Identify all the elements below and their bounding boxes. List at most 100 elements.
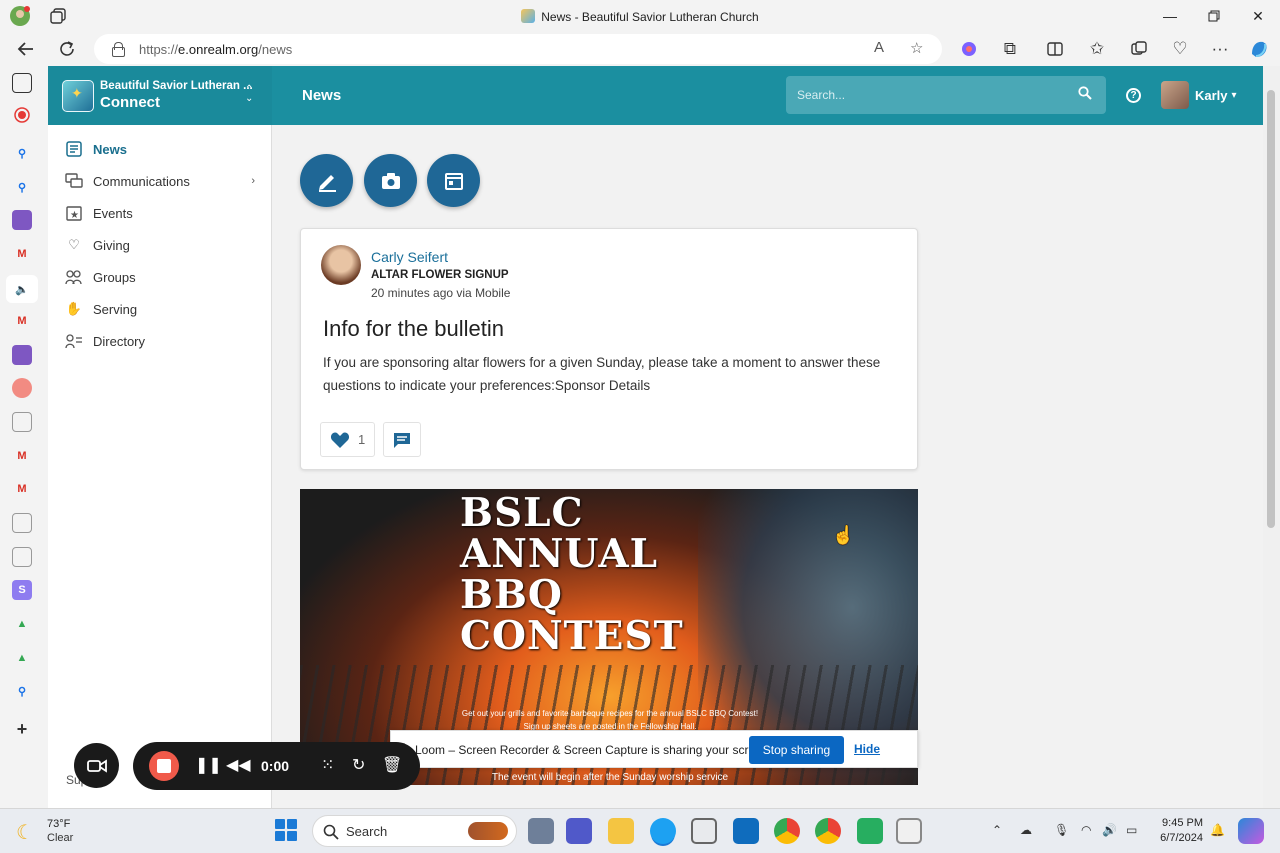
user-menu[interactable]: Karly ▾ — [1161, 81, 1237, 109]
hide-button[interactable]: Hide — [854, 742, 880, 756]
microphone-icon[interactable]: 🎙 — [1054, 823, 1069, 837]
camera-icon — [381, 172, 400, 189]
search-icon[interactable]: ⚲ — [12, 681, 32, 701]
drive-icon[interactable]: ▲ — [12, 614, 32, 634]
chrome-icon[interactable] — [815, 818, 841, 844]
battery-icon[interactable]: ▭ — [1126, 823, 1137, 837]
more-menu-icon[interactable]: ··· — [1206, 36, 1234, 62]
chrome-icon[interactable] — [774, 818, 800, 844]
split-screen-icon[interactable] — [1041, 36, 1069, 62]
drive-icon[interactable]: ▲ — [12, 648, 32, 668]
help-icon[interactable]: ? — [1126, 88, 1141, 103]
post-author-link[interactable]: Carly Seifert — [371, 249, 448, 265]
author-avatar[interactable] — [321, 245, 361, 285]
nav-item-events[interactable]: ★ Events — [65, 202, 255, 224]
favorites-icon[interactable]: ✩ — [1083, 36, 1111, 62]
restore-icon[interactable] — [1192, 0, 1236, 32]
store-icon[interactable] — [691, 818, 717, 844]
restart-icon[interactable]: ↻ — [352, 755, 365, 775]
nav-item-communications[interactable]: Communications › — [65, 170, 255, 192]
nav-item-directory[interactable]: Directory — [65, 330, 255, 352]
scrollbar-thumb[interactable] — [1267, 90, 1275, 528]
calendar-icon — [444, 172, 463, 190]
copilot-icon[interactable] — [1245, 36, 1273, 62]
gmail-icon[interactable]: M — [12, 311, 32, 331]
new-photo-button[interactable] — [364, 154, 417, 207]
app-notepad-icon[interactable] — [896, 818, 922, 844]
read-aloud-icon[interactable]: A — [874, 39, 884, 56]
forms-icon[interactable] — [12, 345, 32, 365]
browser-essentials-icon[interactable]: ♡ — [1166, 36, 1194, 62]
edge-icon[interactable] — [650, 818, 676, 844]
volume-icon[interactable]: 🔊 — [1102, 823, 1117, 837]
search-icon[interactable] — [1078, 86, 1092, 100]
teams-icon[interactable] — [566, 818, 592, 844]
taskbar-clock[interactable]: 9:45 PM 6/7/2024 — [1155, 816, 1203, 846]
rewind-icon[interactable]: ◀◀ — [226, 755, 251, 775]
notification-bell-icon[interactable]: 🔔 — [1210, 823, 1225, 837]
calendar-star-icon: ★ — [65, 205, 83, 221]
church-switcher[interactable]: Beautiful Savior Lutheran ... Connect ⌃⌄ — [48, 66, 272, 125]
app-butterfly-icon[interactable] — [857, 818, 883, 844]
forms-icon[interactable] — [12, 210, 32, 230]
minimize-icon[interactable]: — — [1148, 0, 1192, 32]
nav-item-serving[interactable]: ✋ Serving — [65, 298, 255, 320]
document-icon[interactable] — [12, 513, 32, 533]
gmail-icon[interactable]: M — [12, 479, 32, 499]
nav-item-news[interactable]: News — [65, 138, 255, 160]
file-explorer-icon[interactable] — [608, 818, 634, 844]
nav-item-giving[interactable]: ♡ Giving — [65, 234, 255, 256]
nav-item-groups[interactable]: Groups — [65, 266, 255, 288]
new-event-button[interactable] — [427, 154, 480, 207]
trash-icon[interactable]: 🗑 — [382, 755, 402, 775]
taskbar-search[interactable]: Search — [312, 815, 517, 847]
address-bar[interactable]: https://e.onrealm.org/news A ☆ — [94, 34, 942, 64]
search-input[interactable] — [786, 76, 1066, 114]
favorite-star-icon[interactable]: ☆ — [910, 39, 923, 57]
task-view-icon[interactable] — [528, 818, 554, 844]
page-scrollbar[interactable] — [1263, 66, 1280, 808]
copilot-extension-icon[interactable] — [955, 36, 983, 62]
gmail-icon[interactable]: M — [12, 446, 32, 466]
onedrive-icon[interactable]: ☁ — [1020, 823, 1032, 837]
close-icon[interactable]: ✕ — [1236, 0, 1280, 32]
search-icon[interactable]: ⚲ — [12, 177, 32, 197]
stop-sharing-button[interactable]: Stop sharing — [749, 736, 844, 764]
loom-recording-controls: ❚❚ ◀◀ 0:00 ⁙ ↻ 🗑 — [133, 742, 420, 790]
mail-icon[interactable] — [733, 818, 759, 844]
speaker-icon[interactable]: 🔈 — [6, 275, 38, 303]
news-feed: Carly Seifert ALTAR FLOWER SIGNUP 20 min… — [273, 125, 1263, 808]
like-button[interactable]: 1 — [320, 422, 375, 457]
show-hidden-icons-icon[interactable]: ⌃ — [992, 823, 1002, 837]
main-navigation: News Communications › ★ Events ♡ Giving … — [48, 125, 272, 808]
tab-title[interactable]: News - Beautiful Savior Lutheran Church — [0, 9, 1280, 24]
document-icon[interactable] — [12, 412, 32, 432]
copilot-icon[interactable] — [1238, 818, 1264, 844]
refresh-icon[interactable] — [53, 36, 81, 62]
pause-icon[interactable]: ❚❚ — [195, 755, 222, 775]
wifi-icon[interactable]: ◠ — [1081, 823, 1091, 837]
user-name: Karly — [1195, 87, 1228, 103]
search-icon[interactable]: ⚲ — [12, 143, 32, 163]
record-icon[interactable] — [12, 105, 32, 125]
collections-icon[interactable] — [1125, 36, 1153, 62]
search-field[interactable] — [786, 76, 1106, 114]
comment-button[interactable] — [383, 422, 421, 457]
start-button[interactable] — [275, 819, 297, 841]
vertical-tabs-icon[interactable] — [12, 73, 32, 93]
camera-toggle-button[interactable] — [74, 743, 119, 788]
stop-recording-button[interactable] — [149, 751, 179, 781]
back-icon[interactable] — [12, 36, 40, 62]
weather-widget[interactable]: ☾ 73°F Clear — [16, 817, 73, 844]
extensions-icon[interactable]: ⧉ — [996, 36, 1024, 62]
lock-icon[interactable] — [112, 42, 125, 57]
gmail-icon[interactable]: M — [12, 244, 32, 264]
new-post-button[interactable] — [300, 154, 353, 207]
giving-hand-icon: ♡ — [68, 237, 80, 252]
add-icon[interactable]: + — [12, 719, 32, 739]
grid-icon[interactable]: ⁙ — [321, 755, 334, 775]
app-s-icon[interactable]: S — [12, 580, 32, 600]
app-icon[interactable] — [12, 378, 32, 398]
nav-label: Events — [93, 205, 133, 221]
document-icon[interactable] — [12, 547, 32, 567]
